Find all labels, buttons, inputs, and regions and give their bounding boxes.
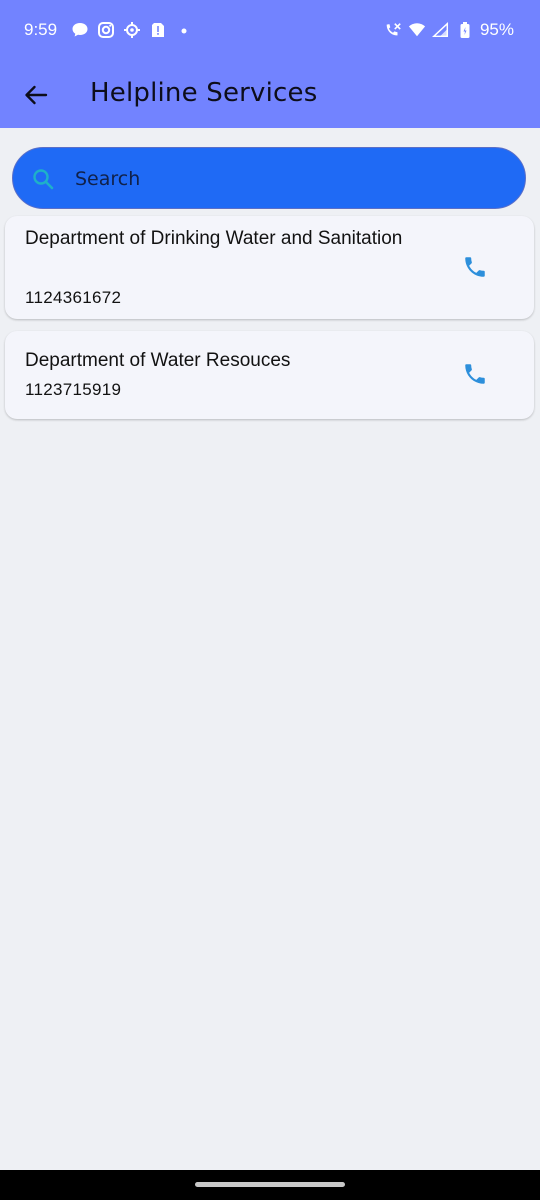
screen: 9:59 95% Helpline Services Search Depart… (0, 0, 540, 1200)
chat-bubble-icon (71, 21, 89, 39)
contact-card[interactable]: Department of Drinking Water and Sanitat… (5, 216, 534, 319)
contact-card[interactable]: Department of Water Resouces 1123715919 (5, 331, 534, 419)
contact-phone: 1123715919 (25, 380, 122, 399)
home-gesture-handle[interactable] (195, 1182, 345, 1187)
contact-phone: 1124361672 (25, 288, 122, 307)
system-nav-bar (0, 1170, 540, 1200)
search-icon (33, 169, 54, 190)
back-button[interactable] (20, 79, 52, 111)
battery-percent: 95% (479, 20, 514, 39)
sim-alert-icon (149, 21, 167, 39)
dot-icon (175, 21, 193, 39)
search-bar[interactable] (12, 147, 526, 209)
call-button[interactable] (459, 251, 491, 283)
settings-gear-icon (123, 21, 141, 39)
status-time: 9:59 (24, 20, 58, 39)
page-title: Helpline Services (90, 78, 318, 108)
status-bar: 9:59 95% (0, 0, 540, 62)
call-button[interactable] (459, 358, 491, 390)
arrow-back-icon (25, 85, 48, 105)
signal-icon (431, 21, 450, 39)
wifi-call-icon (384, 21, 402, 39)
battery-icon (456, 21, 474, 39)
status-left: 9:59 (24, 20, 193, 40)
status-right: 95% (384, 20, 514, 40)
contact-name: Department of Water Resouces (25, 350, 291, 371)
wifi-icon (408, 21, 426, 39)
phone-icon (465, 364, 485, 384)
instagram-icon (97, 21, 115, 39)
phone-icon (465, 257, 485, 277)
app-bar: Helpline Services (0, 62, 540, 128)
search-input[interactable] (73, 160, 507, 198)
contact-name: Department of Drinking Water and Sanitat… (25, 228, 403, 249)
